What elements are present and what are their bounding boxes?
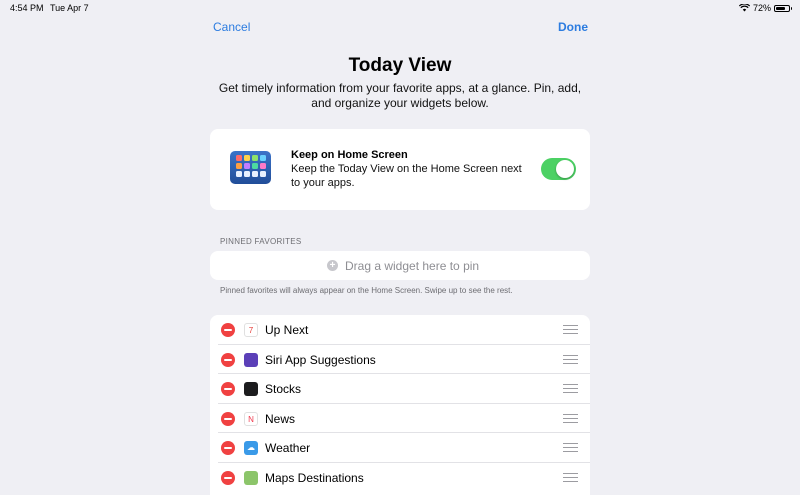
wifi-icon (738, 4, 750, 12)
stocks-icon (244, 382, 258, 396)
widget-list: 7 Up Next Siri App Suggestions Stocks N News ☁… (210, 315, 590, 495)
widget-label: Up Next (265, 323, 309, 337)
widget-label: Siri App Suggestions (265, 352, 376, 367)
cancel-button[interactable]: Cancel (213, 20, 250, 34)
status-right: 72% (738, 3, 792, 13)
widget-label: Maps Destinations (265, 470, 364, 485)
widget-row[interactable]: 7 Up Next (210, 315, 590, 345)
reorder-handle-icon[interactable] (563, 354, 578, 364)
news-icon: N (244, 411, 258, 426)
home-screen-icon (230, 151, 271, 184)
pinned-footer-note: Pinned favorites will always appear on t… (220, 286, 513, 295)
reorder-handle-icon[interactable] (563, 384, 578, 393)
widget-row[interactable]: N News (210, 404, 590, 433)
battery-icon (774, 4, 792, 12)
widget-row[interactable]: ☁ Weather (210, 433, 590, 463)
battery-percent: 72% (752, 3, 771, 13)
toggle-knob (556, 160, 574, 178)
widget-row[interactable]: Maps Destinations (210, 463, 590, 493)
pinned-favorites-header: PINNED FAVORITES (220, 237, 302, 246)
reorder-handle-icon[interactable] (563, 472, 578, 482)
keep-on-home-card: Keep on Home Screen Keep the Today View … (210, 129, 590, 210)
status-time: 4:54 PM (10, 3, 44, 13)
widget-label: Weather (265, 441, 311, 455)
keep-on-home-title: Keep on Home Screen (291, 149, 408, 161)
done-button[interactable]: Done (558, 20, 588, 34)
widget-label: News (265, 411, 296, 426)
reorder-handle-icon[interactable] (563, 325, 578, 334)
reorder-handle-icon[interactable] (563, 443, 578, 452)
status-date: Tue Apr 7 (50, 3, 89, 13)
remove-widget-button[interactable] (221, 470, 235, 485)
remove-widget-button[interactable] (221, 441, 235, 455)
remove-widget-button[interactable] (221, 411, 235, 426)
siri-icon (244, 352, 258, 367)
widget-label: Stocks (265, 382, 302, 396)
status-bar: 4:54 PM Tue Apr 7 72% (0, 0, 800, 16)
plus-circle-icon: + (327, 260, 338, 271)
remove-widget-button[interactable] (221, 352, 235, 367)
pin-drop-zone[interactable]: + Drag a widget here to pin (210, 251, 590, 280)
weather-icon: ☁ (244, 441, 258, 455)
remove-widget-button[interactable] (221, 323, 235, 337)
drop-placeholder: Drag a widget here to pin (345, 259, 480, 273)
page-subtitle: Get timely information from your favorit… (218, 81, 582, 110)
page-title: Today View (348, 55, 452, 76)
keep-on-home-toggle[interactable] (541, 158, 576, 180)
keep-on-home-description: Keep the Today View on the Home Screen n… (291, 163, 522, 189)
widget-row[interactable]: Stocks (210, 374, 590, 404)
widget-row[interactable]: Siri App Suggestions (210, 345, 590, 374)
remove-widget-button[interactable] (221, 382, 235, 396)
calendar-icon: 7 (244, 323, 258, 337)
reorder-handle-icon[interactable] (563, 413, 578, 423)
maps-icon (244, 470, 258, 485)
